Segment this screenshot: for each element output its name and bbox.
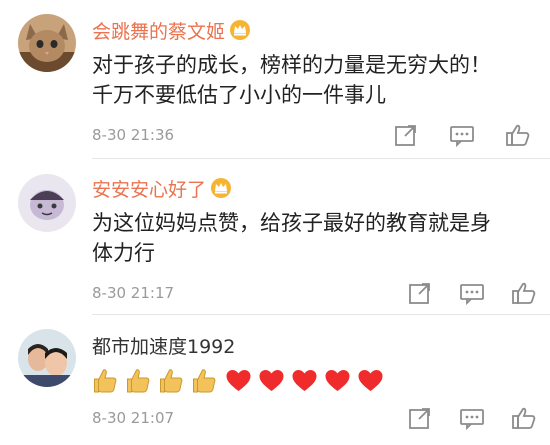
reply-icon[interactable] (449, 122, 475, 148)
photo-avatar-icon (18, 329, 76, 387)
cartoon-avatar-icon (18, 174, 76, 232)
username-row: 都市加速度1992 (92, 331, 235, 359)
timestamp: 8-30 21:36 (92, 126, 175, 144)
avatar[interactable] (18, 174, 76, 232)
comment-list: 会跳舞的蔡文姬 对于孩子的成长，榜样的力量是无穷大的！ 千万不要低估了小小的一件… (0, 0, 550, 445)
comment-line: 对于孩子的成长，榜样的力量是无穷大的！ (92, 53, 491, 77)
comment-text: 为这位妈妈点赞，给孩子最好的教育就是身 体力行 (92, 208, 512, 268)
like-icon[interactable] (511, 280, 537, 306)
comment-line: 为这位妈妈点赞，给孩子最好的教育就是身 (92, 211, 491, 235)
heart-emoji (259, 370, 284, 391)
comment-item: 都市加速度1992 8-30 21:07 (0, 315, 550, 445)
thumbs-up-emoji (127, 369, 150, 393)
comment-actions (393, 122, 531, 148)
username-row: 会跳舞的蔡文姬 (92, 16, 251, 44)
username[interactable]: 会跳舞的蔡文姬 (92, 17, 225, 44)
timestamp: 8-30 21:07 (92, 409, 175, 427)
comment-actions (407, 280, 537, 306)
reply-icon[interactable] (459, 280, 485, 306)
comment-item: 会跳舞的蔡文姬 对于孩子的成长，榜样的力量是无穷大的！ 千万不要低估了小小的一件… (0, 0, 550, 160)
heart-emoji (358, 370, 383, 391)
vip-crown-icon (211, 178, 232, 198)
share-icon[interactable] (407, 280, 433, 306)
comment-actions (407, 405, 537, 431)
username[interactable]: 安安安心好了 (92, 175, 206, 202)
share-icon[interactable] (393, 122, 419, 148)
heart-emoji (325, 370, 350, 391)
comment-text: 对于孩子的成长，榜样的力量是无穷大的！ 千万不要低估了小小的一件事儿 (92, 50, 512, 110)
share-icon[interactable] (407, 405, 433, 431)
divider (92, 158, 550, 159)
username[interactable]: 都市加速度1992 (92, 332, 235, 359)
heart-emoji (292, 370, 317, 391)
cat-avatar-icon (18, 14, 76, 72)
emoji-row (92, 367, 385, 395)
like-icon[interactable] (505, 122, 531, 148)
comment-line: 千万不要低估了小小的一件事儿 (92, 83, 386, 107)
username-row: 安安安心好了 (92, 174, 232, 202)
thumbs-up-emoji (94, 369, 117, 393)
thumbs-up-emoji (193, 369, 216, 393)
avatar[interactable] (18, 329, 76, 387)
heart-emoji (226, 370, 251, 391)
vip-crown-icon (230, 20, 251, 40)
reply-icon[interactable] (459, 405, 485, 431)
timestamp: 8-30 21:17 (92, 284, 175, 302)
comment-item: 安安安心好了 为这位妈妈点赞，给孩子最好的教育就是身 体力行 8-30 21:1… (0, 160, 550, 315)
like-icon[interactable] (511, 405, 537, 431)
comment-line: 体力行 (92, 241, 155, 265)
avatar[interactable] (18, 14, 76, 72)
thumbs-up-emoji (160, 369, 183, 393)
